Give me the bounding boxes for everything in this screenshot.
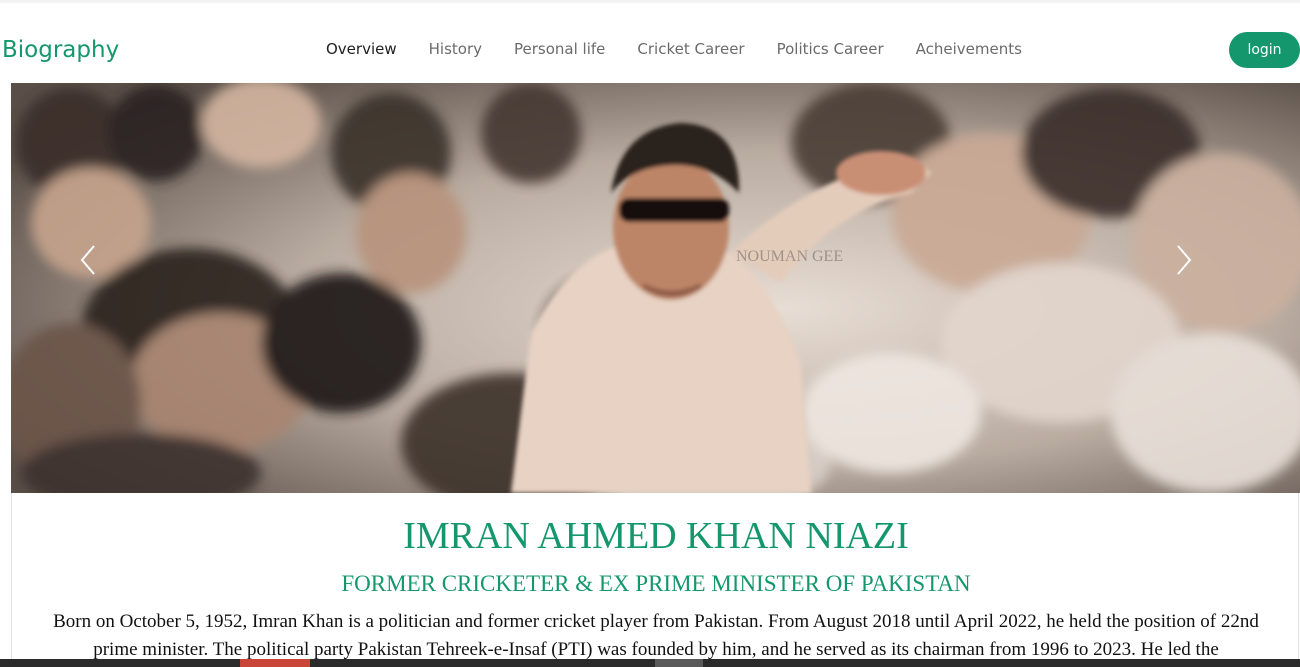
login-button[interactable]: login [1229,32,1300,68]
bio-paragraph: Born on October 5, 1952, Imran Khan is a… [53,611,1259,660]
watermark-text: NOUMAN GEE [736,248,843,265]
nav-link-history[interactable]: History [413,39,498,59]
nav-link-achievements[interactable]: Acheivements [900,39,1038,59]
taskbar-item[interactable] [655,659,703,667]
nav-link-cricket-career[interactable]: Cricket Career [621,39,760,59]
page-subtitle: FORMER CRICKETER & EX PRIME MINISTER OF … [341,571,971,596]
nav-links: Overview History Personal life Cricket C… [310,39,1038,59]
nav-link-overview[interactable]: Overview [310,39,413,59]
bio-section: IMRAN AHMED KHAN NIAZI FORMER CRICKETER … [11,493,1299,667]
taskbar-strip [0,659,1300,667]
chevron-right-icon [1177,245,1192,275]
carousel-next-button[interactable] [1174,243,1234,303]
chevron-left-icon [80,245,95,275]
hero-image: NOUMAN GEE [11,83,1300,493]
hero-carousel: NOUMAN GEE [11,83,1300,493]
brand-logo[interactable]: Biography [2,35,119,65]
taskbar-item[interactable] [240,659,310,667]
navbar: Biography Overview History Personal life… [0,3,1300,83]
nav-link-personal-life[interactable]: Personal life [498,39,621,59]
nav-link-politics-career[interactable]: Politics Career [761,39,900,59]
page-title: IMRAN AHMED KHAN NIAZI [403,515,909,557]
carousel-prev-button[interactable] [78,243,138,303]
